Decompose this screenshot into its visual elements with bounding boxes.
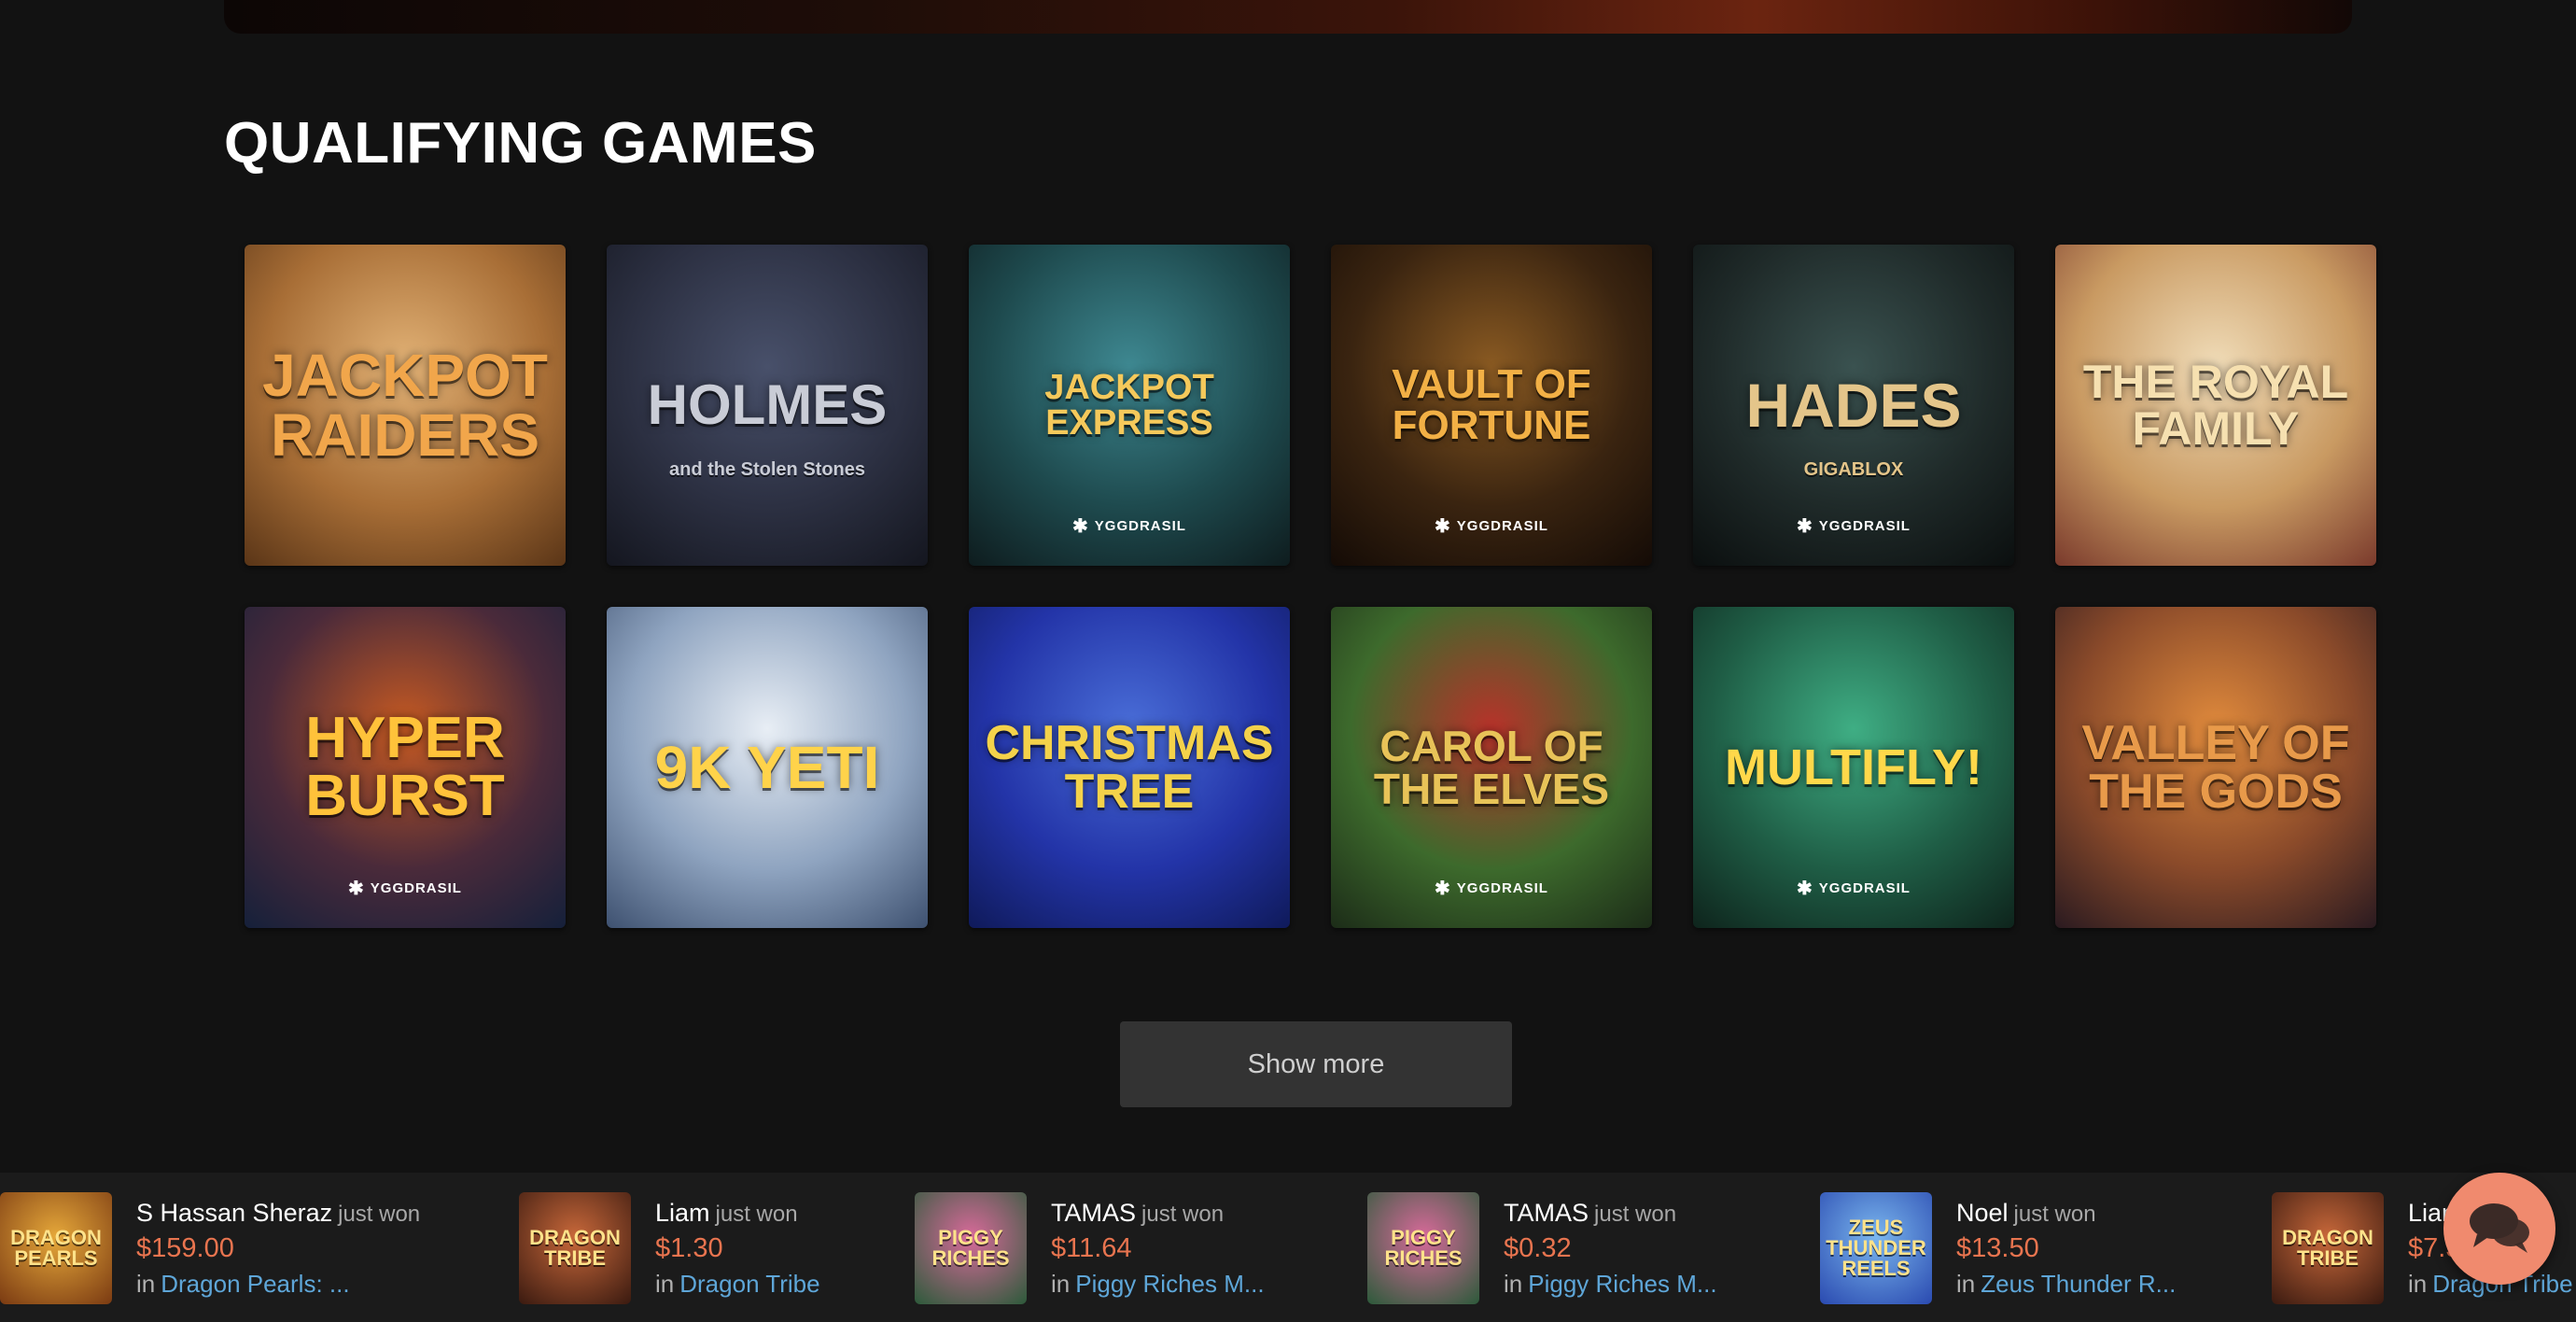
yggdrasil-icon: ✱	[1797, 516, 1813, 537]
in-label: in	[655, 1269, 675, 1298]
game-tile[interactable]: HYPER BURST ✱ YGGDRASIL	[245, 607, 566, 928]
winner-item[interactable]: Zeus Thunder Reels Noel just won $13.50 in Ze…	[1820, 1191, 2176, 1305]
winner-game-link[interactable]: Dragon Tribe	[679, 1270, 819, 1298]
provider-name: YGGDRASIL	[1818, 518, 1911, 534]
game-title: HYPER BURST	[305, 706, 505, 828]
winner-info: Noel just won $13.50 in Zeus Thunder R...	[1956, 1199, 2176, 1299]
provider-name: YGGDRASIL	[1456, 518, 1548, 534]
just-won-label: just won	[2013, 1201, 2096, 1227]
game-title: JACKPOT EXPRESS	[1044, 368, 1214, 443]
winner-game-thumbnail[interactable]: Dragon Tribe	[2272, 1192, 2384, 1304]
win-amount: $0.32	[1504, 1232, 1572, 1263]
in-label: in	[136, 1269, 156, 1298]
win-amount: $13.50	[1956, 1232, 2039, 1263]
winner-game-link[interactable]: Zeus Thunder R...	[1981, 1270, 2176, 1298]
game-title: CAROL of the ELVES	[1373, 722, 1610, 813]
winner-name: S Hassan Sheraz	[136, 1198, 333, 1227]
provider-name: YGGDRASIL	[370, 880, 462, 896]
game-title: The Royal Family	[2082, 356, 2349, 455]
winner-game-thumbnail[interactable]: Dragon Tribe	[519, 1192, 631, 1304]
game-tile[interactable]: VALLEY OF THE GODS	[2055, 607, 2376, 928]
just-won-label: just won	[1141, 1201, 1225, 1227]
winner-info: S Hassan Sheraz just won $159.00 in Dragon P…	[136, 1199, 420, 1299]
game-tile[interactable]: HOLMES and the Stolen Stones	[607, 245, 928, 566]
winner-game-thumbnail[interactable]: Piggy Riches	[915, 1192, 1027, 1304]
section-title: QUALIFYING GAMES	[224, 111, 817, 176]
thumbnail-label: Dragon Tribe	[529, 1226, 621, 1270]
show-more-button[interactable]: Show more	[1120, 1021, 1512, 1107]
provider-logo: ✱ YGGDRASIL	[1693, 514, 2014, 538]
game-tile[interactable]: Christmas tree	[969, 607, 1290, 928]
winners-ticker: Dragon Pearls S Hassan Sheraz just won $159…	[0, 1173, 2576, 1322]
chat-bubbles-icon	[2466, 1199, 2533, 1259]
yggdrasil-icon: ✱	[1435, 879, 1451, 899]
winner-game-link[interactable]: Dragon Pearls: ...	[161, 1270, 349, 1298]
win-amount: $1.30	[655, 1232, 723, 1263]
yggdrasil-icon: ✱	[1072, 516, 1089, 537]
game-tile[interactable]: JACKPOT EXPRESS ✱ YGGDRASIL	[969, 245, 1290, 566]
winner-info: TAMAS just won $11.64 in Piggy Riches M...	[1051, 1199, 1265, 1299]
game-tile[interactable]: The Royal Family	[2055, 245, 2376, 566]
game-subtitle: GIGABLOX	[1803, 459, 1904, 480]
game-tile[interactable]: MULTIFLY! ✱ YGGDRASIL	[1693, 607, 2014, 928]
just-won-label: just won	[1594, 1201, 1677, 1227]
provider-name: YGGDRASIL	[1094, 518, 1186, 534]
game-title: VAULT OF FORTUNE	[1392, 361, 1591, 448]
game-title: VALLEY OF THE GODS	[2081, 716, 2350, 819]
winner-item[interactable]: Dragon Pearls S Hassan Sheraz just won $159…	[0, 1191, 420, 1305]
in-label: in	[1504, 1269, 1523, 1298]
game-tile[interactable]: 9k YETI	[607, 607, 928, 928]
winner-info: Liam just won $1.30 in Dragon Tribe	[655, 1199, 820, 1299]
game-tile[interactable]: HADES GIGABLOX ✱ YGGDRASIL	[1693, 245, 2014, 566]
provider-logo: ✱ YGGDRASIL	[245, 877, 566, 900]
game-tile[interactable]: VAULT OF FORTUNE ✱ YGGDRASIL	[1331, 245, 1652, 566]
hero-banner	[224, 0, 2352, 34]
winner-name: Liam	[655, 1198, 710, 1227]
game-title: Christmas tree	[985, 716, 1274, 819]
provider-name: YGGDRASIL	[1818, 880, 1911, 896]
winner-game-link[interactable]: Piggy Riches M...	[1528, 1270, 1716, 1298]
winner-game-link[interactable]: Piggy Riches M...	[1075, 1270, 1264, 1298]
yggdrasil-icon: ✱	[348, 879, 365, 899]
provider-logo: ✱ YGGDRASIL	[969, 514, 1290, 538]
provider-logo: ✱ YGGDRASIL	[1331, 514, 1652, 538]
win-amount: $159.00	[136, 1232, 234, 1263]
thumbnail-label: Piggy Riches	[1384, 1226, 1463, 1270]
game-title: HADES	[1745, 371, 1962, 440]
thumbnail-label: Dragon Tribe	[2282, 1226, 2373, 1270]
winner-item[interactable]: Dragon Tribe Liam just won $1.30 in Dragon Tr…	[519, 1191, 820, 1305]
winner-game-thumbnail[interactable]: Dragon Pearls	[0, 1192, 112, 1304]
winner-name: TAMAS	[1504, 1198, 1589, 1227]
in-label: in	[1956, 1269, 1976, 1298]
game-title: MULTIFLY!	[1725, 739, 1982, 795]
provider-logo: ✱ YGGDRASIL	[1693, 877, 2014, 900]
game-subtitle: and the Stolen Stones	[668, 459, 866, 480]
winner-name: Noel	[1956, 1198, 2009, 1227]
game-title: HOLMES	[647, 373, 888, 436]
winner-item[interactable]: Piggy Riches TAMAS just won $11.64 in Piggy R…	[915, 1191, 1265, 1305]
game-tile[interactable]: CAROL of the ELVES ✱ YGGDRASIL	[1331, 607, 1652, 928]
in-label: in	[1051, 1269, 1071, 1298]
in-label: in	[2408, 1269, 2428, 1298]
provider-name: YGGDRASIL	[1456, 880, 1548, 896]
just-won-label: just won	[715, 1201, 798, 1227]
game-tile[interactable]: JACKPOT RAIDERS	[245, 245, 566, 566]
winner-info: TAMAS just won $0.32 in Piggy Riches M...	[1504, 1199, 1717, 1299]
winner-game-thumbnail[interactable]: Zeus Thunder Reels	[1820, 1192, 1932, 1304]
game-title: 9k YETI	[654, 734, 880, 801]
chat-button[interactable]	[2443, 1173, 2555, 1285]
thumbnail-label: Piggy Riches	[931, 1226, 1010, 1270]
winner-name: TAMAS	[1051, 1198, 1137, 1227]
win-amount: $11.64	[1051, 1232, 1132, 1263]
game-title: JACKPOT RAIDERS	[262, 342, 548, 469]
provider-logo: ✱ YGGDRASIL	[1331, 877, 1652, 900]
winner-game-thumbnail[interactable]: Piggy Riches	[1367, 1192, 1479, 1304]
games-grid: JACKPOT RAIDERS HOLMES and the Stolen Ston…	[245, 245, 2376, 928]
just-won-label: just won	[338, 1201, 421, 1227]
yggdrasil-icon: ✱	[1435, 516, 1451, 537]
yggdrasil-icon: ✱	[1797, 879, 1813, 899]
thumbnail-label: Zeus Thunder Reels	[1826, 1216, 1926, 1280]
winner-item[interactable]: Piggy Riches TAMAS just won $0.32 in Piggy Ri…	[1367, 1191, 1717, 1305]
thumbnail-label: Dragon Pearls	[10, 1226, 102, 1270]
